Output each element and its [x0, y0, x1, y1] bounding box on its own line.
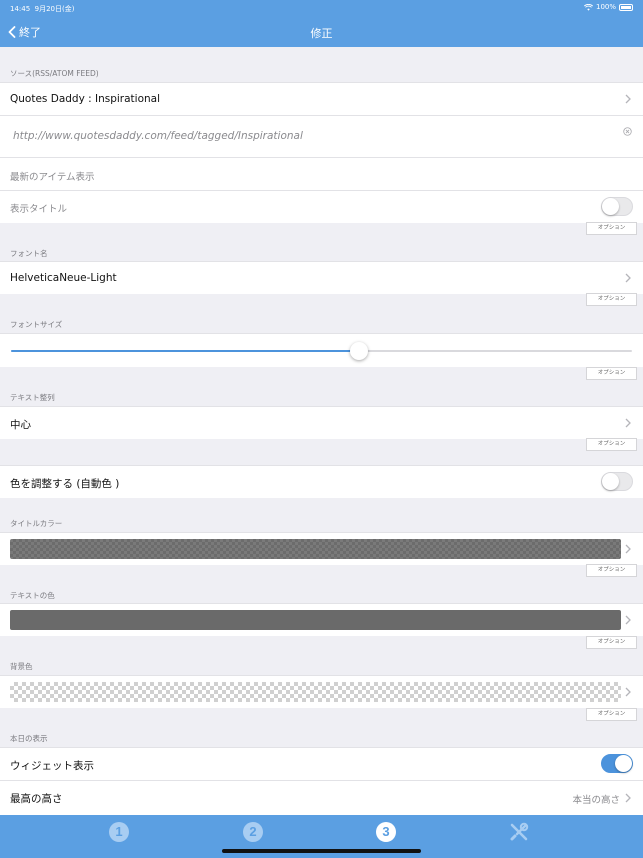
section-header-text-align: テキスト整列	[10, 393, 55, 402]
chevron-right-icon	[625, 687, 631, 697]
show-title-label: 表示タイトル	[10, 204, 68, 215]
title-color-swatch	[10, 539, 621, 559]
feed-name-row[interactable]: Quotes Daddy : Inspirational	[0, 82, 643, 115]
tab-2[interactable]: 2	[243, 822, 265, 844]
option-button[interactable]: オプション	[586, 293, 637, 306]
text-align-row[interactable]: 中心	[0, 406, 643, 439]
tab-1[interactable]: 1	[109, 822, 131, 844]
tab-1-icon: 1	[109, 822, 129, 842]
home-indicator	[222, 849, 421, 853]
chevron-right-icon	[625, 793, 631, 803]
toggle-knob	[615, 755, 632, 772]
status-bar: 14:45 9月20日(金) 100%	[0, 0, 643, 16]
section-header-title-color: タイトルカラー	[10, 519, 63, 528]
latest-item-row: 最新のアイテム表示	[0, 157, 643, 190]
font-size-slider[interactable]	[11, 342, 632, 360]
max-height-label: 最高の高さ	[10, 793, 63, 805]
background-color-row[interactable]	[0, 675, 643, 708]
section-header-font-name: フォント名	[10, 249, 48, 258]
status-right: 100%	[583, 3, 633, 11]
font-name-row[interactable]: HelveticaNeue-Light	[0, 261, 643, 294]
widget-label: ウィジェット表示	[10, 760, 94, 772]
text-color-row[interactable]	[0, 603, 643, 636]
tab-tools[interactable]	[509, 822, 531, 844]
text-color-swatch	[10, 610, 621, 630]
font-size-row	[0, 333, 643, 367]
chevron-right-icon	[625, 615, 631, 625]
chevron-right-icon	[625, 273, 631, 283]
section-header-font-size: フォントサイズ	[10, 320, 63, 329]
tools-icon	[510, 822, 529, 841]
page-title: 修正	[310, 27, 333, 40]
option-button[interactable]: オプション	[586, 367, 637, 380]
option-button[interactable]: オプション	[586, 708, 637, 721]
auto-color-label: 色を調整する (自動色 )	[10, 478, 120, 490]
feed-name-label: Quotes Daddy : Inspirational	[10, 93, 161, 105]
toggle-knob	[602, 198, 619, 215]
widget-toggle[interactable]	[601, 754, 633, 773]
auto-color-row: 色を調整する (自動色 )	[0, 465, 643, 498]
chevron-right-icon	[625, 418, 631, 428]
wifi-icon	[583, 3, 593, 11]
option-button[interactable]: オプション	[586, 222, 637, 235]
font-name-value: HelveticaNeue-Light	[10, 272, 117, 284]
tab-2-icon: 2	[243, 822, 263, 842]
battery-percent: 100%	[595, 3, 616, 11]
tab-3-icon: 3	[376, 822, 396, 842]
battery-icon	[619, 3, 633, 11]
clear-icon[interactable]	[623, 127, 632, 136]
show-title-toggle[interactable]	[601, 197, 633, 216]
option-button[interactable]: オプション	[586, 438, 637, 451]
title-color-row[interactable]	[0, 532, 643, 565]
feed-url-field[interactable]: http://www.quotesdaddy.com/feed/tagged/I…	[13, 130, 303, 142]
show-title-row: 表示タイトル	[0, 190, 643, 223]
navigation-bar: 終了 修正	[0, 16, 643, 47]
auto-color-toggle[interactable]	[601, 472, 633, 491]
toggle-knob	[602, 473, 619, 490]
max-height-row[interactable]: 最高の高さ 本当の高さ	[0, 780, 643, 815]
background-color-swatch	[10, 682, 621, 702]
slider-fill	[11, 350, 359, 352]
option-button[interactable]: オプション	[586, 564, 637, 577]
text-align-value: 中心	[10, 419, 31, 431]
option-button[interactable]: オプション	[586, 636, 637, 649]
chevron-right-icon	[625, 94, 631, 104]
widget-row: ウィジェット表示	[0, 747, 643, 780]
section-header-background-color: 背景色	[10, 662, 33, 671]
max-height-value: 本当の高さ	[572, 795, 620, 806]
status-time: 14:45 9月20日(金)	[10, 5, 75, 13]
feed-url-row: http://www.quotesdaddy.com/feed/tagged/I…	[0, 115, 643, 157]
chevron-right-icon	[625, 544, 631, 554]
top-bar: 14:45 9月20日(金) 100% 終了 修正	[0, 0, 643, 47]
latest-item-label: 最新のアイテム表示	[10, 172, 95, 183]
tab-3[interactable]: 3	[376, 822, 398, 844]
section-header-source: ソース(RSS/ATOM FEED)	[10, 69, 99, 78]
slider-thumb[interactable]	[349, 342, 368, 360]
section-header-today: 本日の表示	[10, 734, 48, 743]
section-header-text-color: テキストの色	[10, 591, 55, 600]
